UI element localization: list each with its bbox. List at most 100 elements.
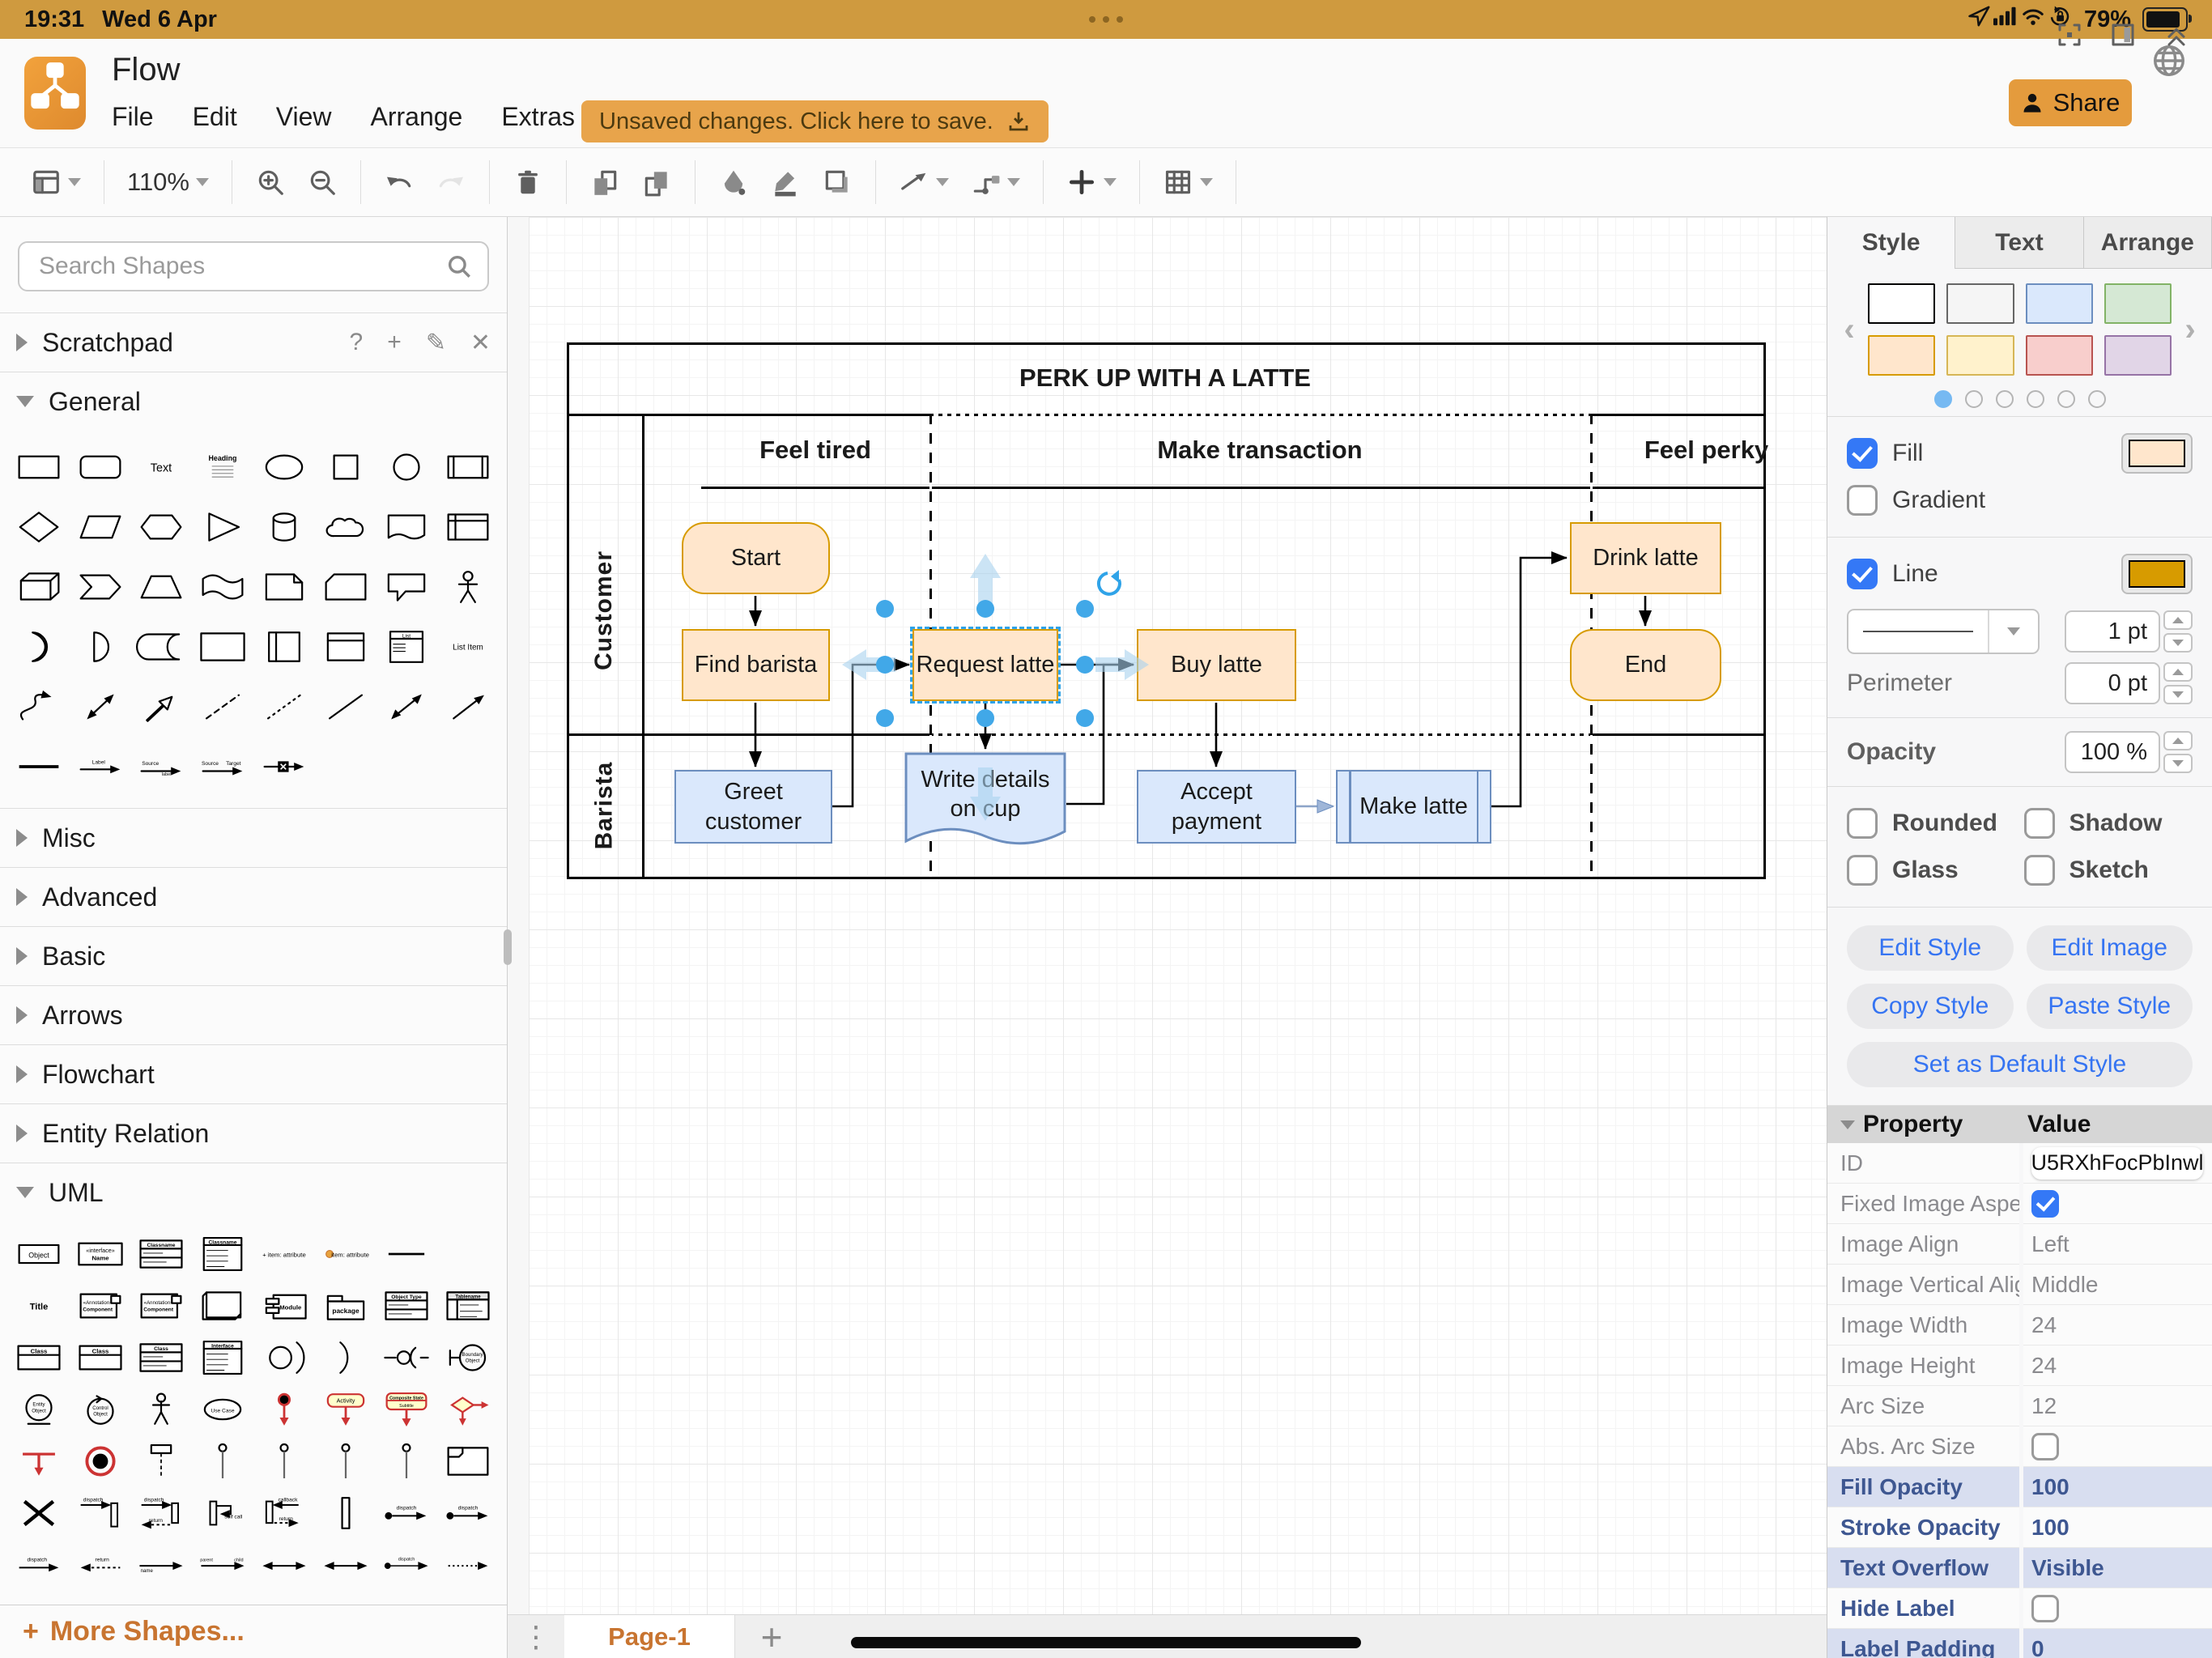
shape-ellipse[interactable]: [253, 437, 315, 497]
shape-uml-association[interactable]: name: [131, 1539, 193, 1591]
node-accept-payment[interactable]: Accept payment: [1137, 770, 1296, 844]
shape-step[interactable]: [70, 557, 131, 617]
property-row[interactable]: Image Vertical AlignMiddle: [1827, 1265, 2212, 1305]
line-width-field[interactable]: 1 pt: [2065, 610, 2160, 653]
shape-container[interactable]: [192, 617, 253, 677]
shape-internal-storage[interactable]: [437, 497, 499, 557]
tb-redo-button[interactable]: [436, 167, 466, 198]
node-buy-latte[interactable]: Buy latte: [1137, 629, 1296, 701]
shape-uml-item-attribute-icon[interactable]: item: attribute: [315, 1228, 376, 1280]
drawing-canvas[interactable]: PERK UP WITH A LATTECustomerBaristaFeel …: [508, 217, 1827, 1658]
shape-rectangle[interactable]: [8, 437, 70, 497]
perimeter-field[interactable]: 0 pt: [2065, 662, 2160, 704]
shape-link[interactable]: Label: [70, 737, 131, 797]
shape-uml-dispatch-bar[interactable]: dispatch: [70, 1487, 131, 1539]
shape-vertical-container[interactable]: [253, 617, 315, 677]
edit-image-button[interactable]: Edit Image: [2027, 925, 2193, 971]
edit-style-button[interactable]: Edit Style: [1847, 925, 2014, 971]
preset-page-dot-1[interactable]: [1965, 390, 1983, 408]
shape-parallelogram[interactable]: [70, 497, 131, 557]
sidebar-section-arrows[interactable]: Arrows: [0, 985, 507, 1044]
shape-arrow-label[interactable]: Sourcelabel: [131, 737, 193, 797]
chevron-left-icon[interactable]: ‹: [1836, 312, 1863, 348]
shape-uml-activation[interactable]: [315, 1487, 376, 1539]
tb-conn-button[interactable]: [899, 167, 949, 198]
shape-uml-bidirectional-2[interactable]: [315, 1539, 376, 1591]
shape-rounded-rectangle[interactable]: [70, 437, 131, 497]
tb-fullscreen-button[interactable]: [2055, 20, 2084, 49]
share-button[interactable]: Share: [2009, 79, 2132, 126]
shape-line[interactable]: [315, 677, 376, 737]
page-tab[interactable]: Page-1: [564, 1615, 735, 1658]
shape-uml-title[interactable]: Title: [8, 1280, 70, 1332]
shape-uml-message[interactable]: dispatch: [8, 1539, 70, 1591]
shape-square[interactable]: [315, 437, 376, 497]
zoom-level[interactable]: 110%: [127, 168, 189, 197]
property-row[interactable]: Text OverflowVisible: [1827, 1548, 2212, 1588]
sidebar-section-entity-relation[interactable]: Entity Relation: [0, 1103, 507, 1163]
phase-make-transaction[interactable]: Make transaction: [929, 414, 1590, 487]
shape-uml-link[interactable]: dispatch: [376, 1539, 438, 1591]
tb-zin-button[interactable]: [255, 167, 286, 198]
hide-label-checkbox[interactable]: [2031, 1595, 2059, 1622]
property-row[interactable]: IDU5RXhFocPbInwl: [1827, 1143, 2212, 1184]
shape-list[interactable]: List: [376, 617, 438, 677]
sidebar-section-advanced[interactable]: Advanced: [0, 867, 507, 926]
shape-connector-symbol[interactable]: [253, 737, 315, 797]
shape-uml-lifeline-5[interactable]: [376, 1435, 438, 1487]
property-row[interactable]: Label Padding0: [1827, 1629, 2212, 1658]
preset-page-dot-3[interactable]: [2027, 390, 2044, 408]
shape-uml-initial-node[interactable]: [253, 1384, 315, 1435]
shape-uml-interface[interactable]: «interface»Name: [70, 1228, 131, 1280]
shape-uml-table[interactable]: Tablename: [437, 1280, 499, 1332]
shape-uml-divider[interactable]: [376, 1228, 438, 1280]
lane-label-barista[interactable]: Barista: [567, 733, 642, 877]
shape-triangle[interactable]: [192, 497, 253, 557]
shape-uml-frame-3d[interactable]: [192, 1280, 253, 1332]
shape-trapezoid[interactable]: [131, 557, 193, 617]
tb-collapse-button[interactable]: [2162, 20, 2191, 49]
style-preset-7[interactable]: [2104, 335, 2172, 376]
property-row[interactable]: Fill Opacity100: [1827, 1467, 2212, 1507]
gradient-checkbox[interactable]: [1847, 485, 1878, 516]
tb-plus-button[interactable]: [1066, 167, 1117, 198]
style-preset-1[interactable]: [1946, 283, 2014, 324]
menu-edit[interactable]: Edit: [193, 102, 237, 132]
property-row[interactable]: Stroke Opacity100: [1827, 1507, 2212, 1548]
shape-uml-control-object[interactable]: ControlObject: [70, 1384, 131, 1435]
property-row[interactable]: Arc Size12: [1827, 1386, 2212, 1426]
shape-uml-provided-interface[interactable]: [253, 1332, 315, 1384]
shape-uml-final-node[interactable]: [70, 1435, 131, 1487]
shape-uml-bidirectional[interactable]: [253, 1539, 315, 1591]
perimeter-stepper[interactable]: [2163, 662, 2193, 704]
shape-horizontal-line[interactable]: [8, 737, 70, 797]
shape-uml-interface-small[interactable]: Interface: [192, 1332, 253, 1384]
property-row[interactable]: Abs. Arc Size: [1827, 1426, 2212, 1467]
paste-style-button[interactable]: Paste Style: [2027, 984, 2193, 1029]
menu-arrange[interactable]: Arrange: [370, 102, 462, 132]
style-preset-0[interactable]: [1868, 283, 1935, 324]
sidebar-section-flowchart[interactable]: Flowchart: [0, 1044, 507, 1103]
lane-label-customer[interactable]: Customer: [567, 487, 642, 733]
shadow-checkbox[interactable]: [2024, 808, 2055, 839]
edit-icon[interactable]: ✎: [426, 329, 446, 357]
close-icon[interactable]: ✕: [470, 329, 491, 357]
shape-uml-class-3[interactable]: Classname: [131, 1228, 193, 1280]
shape-tape[interactable]: [192, 557, 253, 617]
tb-back-button[interactable]: [641, 167, 672, 198]
shape-dashed-line[interactable]: [192, 677, 253, 737]
pool-title[interactable]: PERK UP WITH A LATTE: [567, 342, 1763, 414]
menu-file[interactable]: File: [112, 102, 154, 132]
shape-process[interactable]: [437, 437, 499, 497]
shape-actor[interactable]: [437, 557, 499, 617]
tb-fill-button[interactable]: [718, 167, 749, 198]
opacity-field[interactable]: 100 %: [2065, 731, 2160, 773]
style-preset-3[interactable]: [2104, 283, 2172, 324]
shape-uml-item-attribute[interactable]: + item: attribute: [253, 1228, 315, 1280]
tb-page-button[interactable]: [31, 167, 81, 198]
style-preset-2[interactable]: [2026, 283, 2093, 324]
shape-horizontal-container[interactable]: [315, 617, 376, 677]
fixed-image-aspect-checkbox[interactable]: [2031, 1190, 2059, 1218]
shape-uml-component[interactable]: «Annotation»Component: [70, 1280, 131, 1332]
add-icon[interactable]: +: [387, 329, 402, 357]
